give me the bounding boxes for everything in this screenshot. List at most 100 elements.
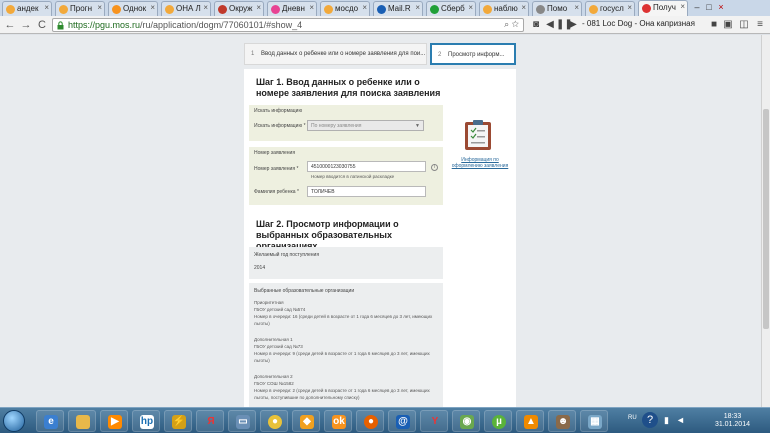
url-path: /ru/application/dogm/77060101/#show_4 — [140, 20, 303, 30]
tab-close-icon[interactable]: × — [150, 3, 155, 12]
browser-toolbar: ← → C https://pgu.mos.ru/ru/application/… — [0, 16, 770, 34]
tab-favicon-icon — [377, 5, 386, 14]
forward-icon[interactable]: → — [20, 19, 32, 31]
minimize-icon[interactable]: – — [692, 3, 702, 12]
browser-tab[interactable]: андек × — [2, 1, 52, 16]
taskbar-photos-icon[interactable]: ▭ — [228, 410, 256, 432]
extension-icon[interactable]: ◫ — [738, 19, 750, 31]
step-number: 1 — [251, 51, 255, 57]
desired-year-panel: Желаемый год поступления 2014 — [249, 247, 443, 279]
page-scrollbar[interactable] — [761, 35, 770, 407]
tab-close-icon[interactable]: × — [574, 3, 579, 12]
taskbar-mail-icon[interactable]: @ — [388, 410, 416, 432]
step-tab-1[interactable]: 1 Ввод данных о ребенке или о номере зая… — [244, 43, 427, 65]
next-track-icon[interactable]: ▶ — [568, 19, 578, 31]
org-name: ГБОУ детский сад №73 — [254, 344, 303, 349]
taskbar-yandex-browser-icon[interactable]: Y — [420, 410, 448, 432]
tab-close-icon[interactable]: × — [627, 3, 632, 12]
child-surname-input[interactable]: ТОЛИЧЕВ — [307, 186, 426, 197]
browser-tab[interactable]: Окруж × — [214, 1, 264, 16]
tab-favicon-icon — [112, 5, 121, 14]
taskbar-app-icon[interactable]: ◉ — [452, 410, 480, 432]
tab-close-icon[interactable]: × — [680, 2, 685, 11]
browser-tab[interactable]: Однок × — [108, 1, 158, 16]
browser-tab[interactable]: Mail.R × — [373, 1, 423, 16]
taskbar-explorer-icon[interactable]: e — [36, 410, 64, 432]
org-name: ГБОУ СОШ №1582 — [254, 381, 294, 386]
browser-tab[interactable]: Сберб × — [426, 1, 476, 16]
search-icon[interactable]: ⌕ — [504, 19, 509, 29]
back-icon[interactable]: ← — [4, 19, 16, 31]
browser-tab[interactable]: госусл × — [585, 1, 635, 16]
step-label: Просмотр информ... — [448, 52, 505, 58]
browser-tab[interactable]: Дневн × — [267, 1, 317, 16]
section-label: Искать информацию — [254, 108, 303, 114]
step-tab-2[interactable]: 2 Просмотр информ... — [430, 43, 516, 65]
tab-favicon-icon — [271, 5, 280, 14]
application-info-link[interactable]: Информация по оформлению заявления — [449, 157, 511, 169]
browser-tab[interactable]: Помо × — [532, 1, 582, 16]
tab-close-icon[interactable]: × — [309, 3, 314, 12]
browser-tab[interactable]: мосдо × — [320, 1, 370, 16]
browser-tab[interactable]: наблю × — [479, 1, 529, 16]
taskbar-media-icon[interactable]: ▶ — [100, 410, 128, 432]
taskbar-utorrent-icon[interactable]: µ — [484, 410, 512, 432]
extension-icon[interactable]: ■ — [708, 19, 720, 31]
taskbar-firefox-icon[interactable]: ● — [356, 410, 384, 432]
system-tray: RU ? ▮ ◄ 18:33 31.01.2014 — [620, 410, 770, 432]
taskbar-chrome-icon[interactable]: ● — [260, 410, 288, 432]
reload-icon[interactable]: C — [36, 19, 48, 31]
tab-close-icon[interactable]: × — [203, 3, 208, 12]
menu-icon[interactable]: ≡ — [754, 19, 766, 31]
taskbar-game-icon[interactable]: ☻ — [548, 410, 576, 432]
extension-icon[interactable]: ◙ — [530, 19, 542, 31]
start-button[interactable] — [3, 410, 25, 432]
taskbar-folder-icon[interactable] — [68, 410, 96, 432]
url-text: https://pgu.mos.ru/ru/application/dogm/7… — [68, 20, 302, 30]
language-indicator[interactable]: RU — [628, 415, 637, 421]
clock[interactable]: 18:33 31.01.2014 — [715, 413, 750, 429]
tab-close-icon[interactable]: × — [521, 3, 526, 12]
url-host: https://pgu.mos.ru — [68, 20, 141, 30]
close-window-icon[interactable]: × — [716, 3, 726, 12]
info-icon[interactable]: i — [431, 164, 438, 171]
bookmark-star-icon[interactable]: ☆ — [512, 19, 519, 29]
taskbar-odnoklassniki-icon[interactable]: ok — [324, 410, 352, 432]
address-bar[interactable]: https://pgu.mos.ru/ru/application/dogm/7… — [52, 18, 524, 32]
browser-tab[interactable]: ОНА Л × — [161, 1, 211, 16]
taskbar-yandex-icon[interactable]: Я — [196, 410, 224, 432]
browser-tab-active[interactable]: Получ × — [638, 0, 688, 16]
maximize-icon[interactable]: □ — [704, 3, 714, 12]
org-queue-position-cont: льготы, поступившие по дополнительному с… — [254, 395, 360, 400]
clipboard-document-icon[interactable] — [464, 119, 492, 151]
org-queue-position: Номер в очереди: 9 (среди детей в возрас… — [254, 351, 430, 356]
field-label: Фамилия ребенка * — [254, 189, 299, 195]
tab-favicon-icon — [165, 5, 174, 14]
play-icon[interactable]: ◀ — [544, 19, 556, 31]
volume-icon[interactable]: ◄ — [676, 415, 685, 425]
tab-close-icon[interactable]: × — [362, 3, 367, 12]
taskbar-vlc-icon[interactable]: ▲ — [516, 410, 544, 432]
tab-close-icon[interactable]: × — [256, 3, 261, 12]
tab-close-icon[interactable]: × — [415, 3, 420, 12]
help-icon[interactable]: ? — [642, 412, 658, 428]
network-icon[interactable]: ▮ — [664, 415, 669, 426]
screenshot-extension-icon[interactable]: ▣ — [722, 19, 734, 31]
input-value: 4510000123030755 — [311, 164, 356, 170]
pause-icon[interactable]: ❚❚ — [556, 19, 573, 31]
application-number-input[interactable]: 4510000123030755 — [307, 161, 426, 172]
org-queue-position-cont: льготы) — [254, 321, 270, 326]
taskbar-winamp2-icon[interactable]: ◆ — [292, 410, 320, 432]
taskbar-winamp-icon[interactable]: ⚡ — [164, 410, 192, 432]
tab-close-icon[interactable]: × — [97, 3, 102, 12]
tab-favicon-icon — [589, 5, 598, 14]
step1-heading: Шаг 1. Ввод данных о ребенке или о номер… — [256, 77, 441, 98]
browser-tab[interactable]: Прогн × — [55, 1, 105, 16]
taskbar-hp-icon[interactable]: hp — [132, 410, 160, 432]
chevron-down-icon: ▼ — [415, 123, 420, 129]
tab-close-icon[interactable]: × — [468, 3, 473, 12]
taskbar-app2-icon[interactable]: ▦ — [580, 410, 608, 432]
scrollbar-thumb[interactable] — [763, 109, 769, 329]
search-by-select[interactable]: По номеру заявления ▼ — [307, 120, 424, 131]
tab-close-icon[interactable]: × — [44, 3, 49, 12]
